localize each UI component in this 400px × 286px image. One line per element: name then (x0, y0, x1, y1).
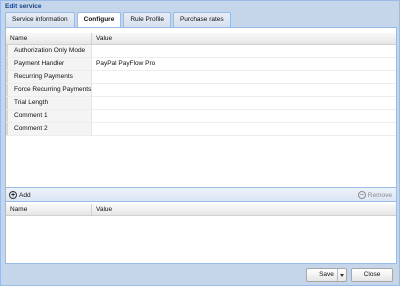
grid-row-authorization-only-mode[interactable]: Authorization Only Mode (6, 45, 396, 58)
tab-configure[interactable]: Configure (76, 12, 122, 27)
params-grid-header: Name Value (6, 204, 396, 216)
config-grid-header: Name Value (6, 33, 396, 45)
grid-row-comment-2[interactable]: Comment 2 (6, 123, 396, 136)
add-label: Add (19, 191, 31, 199)
column-header-value[interactable]: Value (92, 204, 396, 216)
footer-buttons: Save Close (1, 265, 399, 285)
remove-label: Remove (367, 191, 392, 199)
grid-row-payment-handler[interactable]: Payment Handler PayPal PayFlow Pro (6, 58, 396, 71)
property-name: Comment 1 (6, 110, 92, 122)
column-header-name[interactable]: Name (6, 33, 92, 45)
grid-row-recurring-payments[interactable]: Recurring Payments (6, 71, 396, 84)
configure-panel: Name Value Authorization Only Mode Payme… (5, 27, 397, 264)
tab-service-information[interactable]: Service information (5, 12, 75, 27)
property-name: Force Recurring Payments (6, 84, 92, 96)
property-name: Trial Length (6, 97, 92, 109)
minus-circle-icon: − (357, 191, 366, 199)
property-name: Authorization Only Mode (6, 45, 92, 57)
property-value[interactable] (92, 71, 396, 83)
column-header-value[interactable]: Value (92, 33, 396, 45)
chevron-down-icon (340, 273, 344, 277)
save-menu-arrow[interactable] (337, 269, 346, 281)
window-title: Edit service (5, 3, 42, 10)
tab-bar: Service information Configure Rule Profi… (5, 12, 231, 27)
grid-row-trial-length[interactable]: Trial Length (6, 97, 396, 110)
edit-service-window: Edit service Service information Configu… (0, 0, 400, 286)
column-header-name[interactable]: Name (6, 204, 92, 216)
property-value[interactable]: PayPal PayFlow Pro (92, 58, 396, 70)
property-value[interactable] (92, 110, 396, 122)
save-button[interactable]: Save (306, 268, 347, 282)
tab-rule-profile[interactable]: Rule Profile (123, 12, 171, 27)
property-value[interactable] (92, 45, 396, 57)
property-value[interactable] (92, 97, 396, 109)
remove-button[interactable]: − Remove (357, 190, 392, 200)
grid-row-comment-1[interactable]: Comment 1 (6, 110, 396, 123)
property-value[interactable] (92, 84, 396, 96)
property-value[interactable] (92, 123, 396, 135)
property-name: Recurring Payments (6, 71, 92, 83)
property-name: Comment 2 (6, 123, 92, 135)
tab-purchase-rates[interactable]: Purchase rates (172, 12, 231, 27)
plus-circle-icon: + (9, 191, 17, 199)
grid-toolbar: + Add − Remove (6, 187, 396, 202)
close-button[interactable]: Close (351, 268, 393, 282)
grid-row-force-recurring-payments[interactable]: Force Recurring Payments (6, 84, 396, 97)
add-button[interactable]: + Add (9, 190, 31, 200)
property-name: Payment Handler (6, 58, 92, 70)
